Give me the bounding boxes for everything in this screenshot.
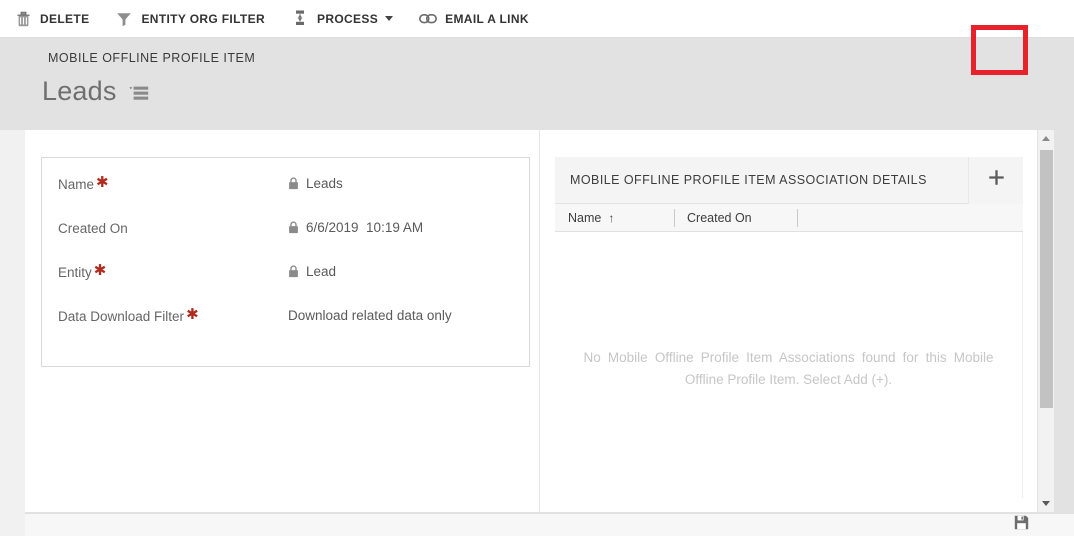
chevron-up-icon — [1042, 136, 1050, 141]
email-a-link-label: EMAIL A LINK — [445, 11, 529, 26]
column-header-name-label: Name — [568, 210, 602, 225]
required-indicator: ✱ — [96, 174, 109, 191]
field-value-name-text: Leads — [306, 176, 343, 191]
save-button[interactable] — [1010, 514, 1032, 536]
trash-icon — [14, 10, 32, 28]
field-label-data-download-filter: Data Download Filter ✱ — [58, 304, 288, 324]
process-button[interactable]: PROCESS — [291, 0, 403, 38]
form-column: Name ✱ Leads Created On 6/6/2019 10:19 A… — [25, 130, 540, 512]
content-area: Name ✱ Leads Created On 6/6/2019 10:19 A… — [25, 130, 1037, 512]
subgrid-column-headers: Name ↑ Created On — [555, 204, 1023, 232]
plus-icon — [988, 169, 1005, 191]
field-label-name-text: Name — [58, 177, 95, 192]
column-divider — [797, 208, 798, 227]
funnel-icon — [115, 10, 133, 28]
delete-button[interactable]: DELETE — [14, 0, 99, 38]
field-value-data-download-filter-text: Download related data only — [288, 308, 452, 323]
process-icon — [291, 10, 309, 28]
field-value-created-on-text: 6/6/2019 10:19 AM — [306, 220, 424, 235]
field-value-created-on[interactable]: 6/6/2019 10:19 AM — [288, 216, 423, 235]
form-selector-icon[interactable] — [129, 85, 149, 102]
application-window: DELETE ENTITY ORG FILTER PROCESS EMAIL A… — [0, 0, 1074, 536]
required-indicator: ✱ — [93, 262, 107, 279]
field-label-name: Name ✱ — [58, 172, 288, 192]
email-a-link-button[interactable]: EMAIL A LINK — [419, 0, 539, 38]
field-value-entity-text: Lead — [306, 264, 337, 279]
column-header-created-on-label: Created On — [687, 210, 752, 225]
required-indicator: ✱ — [186, 306, 199, 323]
command-bar: DELETE ENTITY ORG FILTER PROCESS EMAIL A… — [0, 0, 1074, 38]
header-left-rail — [0, 38, 25, 130]
subgrid-title: MOBILE OFFLINE PROFILE ITEM ASSOCIATION … — [570, 173, 927, 187]
field-row: Data Download Filter ✱ Download related d… — [42, 304, 529, 348]
field-label-entity-text: Entity — [58, 265, 92, 280]
scroll-up-button[interactable] — [1038, 130, 1054, 147]
field-label-entity: Entity ✱ — [58, 260, 288, 280]
save-icon — [1014, 515, 1029, 535]
column-header-created-on[interactable]: Created On — [674, 204, 797, 232]
field-value-name[interactable]: Leads — [288, 172, 343, 191]
process-button-label: PROCESS — [316, 11, 379, 26]
lock-icon — [288, 221, 299, 234]
subgrid-empty-message: No Mobile Offline Profile Item Associati… — [583, 350, 994, 387]
general-field-section: Name ✱ Leads Created On 6/6/2019 10:19 A… — [41, 157, 530, 367]
scroll-down-button[interactable] — [1038, 495, 1054, 512]
field-row: Created On 6/6/2019 10:19 AM — [42, 216, 529, 260]
breadcrumb: MOBILE OFFLINE PROFILE ITEM — [48, 51, 256, 65]
lock-icon — [288, 177, 299, 190]
chevron-down-icon — [1042, 501, 1050, 506]
lock-icon — [288, 265, 299, 278]
field-label-created-on-text: Created On — [58, 221, 128, 236]
chevron-down-icon[interactable] — [385, 16, 394, 21]
entity-org-filter-button[interactable]: ENTITY ORG FILTER — [115, 0, 275, 38]
add-association-button[interactable] — [968, 156, 1023, 204]
field-row: Entity ✱ Lead — [42, 260, 529, 304]
delete-button-label: DELETE — [40, 11, 90, 26]
status-bar — [25, 513, 1074, 536]
field-value-data-download-filter[interactable]: Download related data only — [288, 304, 452, 323]
column-header-name[interactable]: Name ↑ — [555, 204, 674, 232]
vertical-scrollbar[interactable] — [1037, 130, 1054, 512]
content-left-rail — [0, 130, 25, 536]
column-header-blank[interactable] — [797, 204, 1023, 232]
entity-org-filter-label: ENTITY ORG FILTER — [141, 11, 265, 26]
subgrid-column: MOBILE OFFLINE PROFILE ITEM ASSOCIATION … — [541, 130, 1037, 512]
column-divider — [674, 208, 675, 227]
field-label-created-on: Created On — [58, 216, 288, 236]
field-row: Name ✱ Leads — [42, 172, 529, 216]
field-label-data-download-filter-text: Data Download Filter — [58, 309, 185, 324]
field-value-entity[interactable]: Lead — [288, 260, 336, 279]
sort-ascending-icon: ↑ — [608, 210, 615, 225]
title-row: Leads — [42, 75, 149, 107]
page-title: Leads — [42, 76, 117, 106]
subgrid-header: MOBILE OFFLINE PROFILE ITEM ASSOCIATION … — [555, 156, 1023, 204]
scrollbar-thumb[interactable] — [1040, 150, 1053, 408]
page-header: MOBILE OFFLINE PROFILE ITEM Leads — [0, 38, 1074, 130]
link-icon — [419, 10, 438, 28]
subgrid-body: No Mobile Offline Profile Item Associati… — [555, 232, 1023, 498]
